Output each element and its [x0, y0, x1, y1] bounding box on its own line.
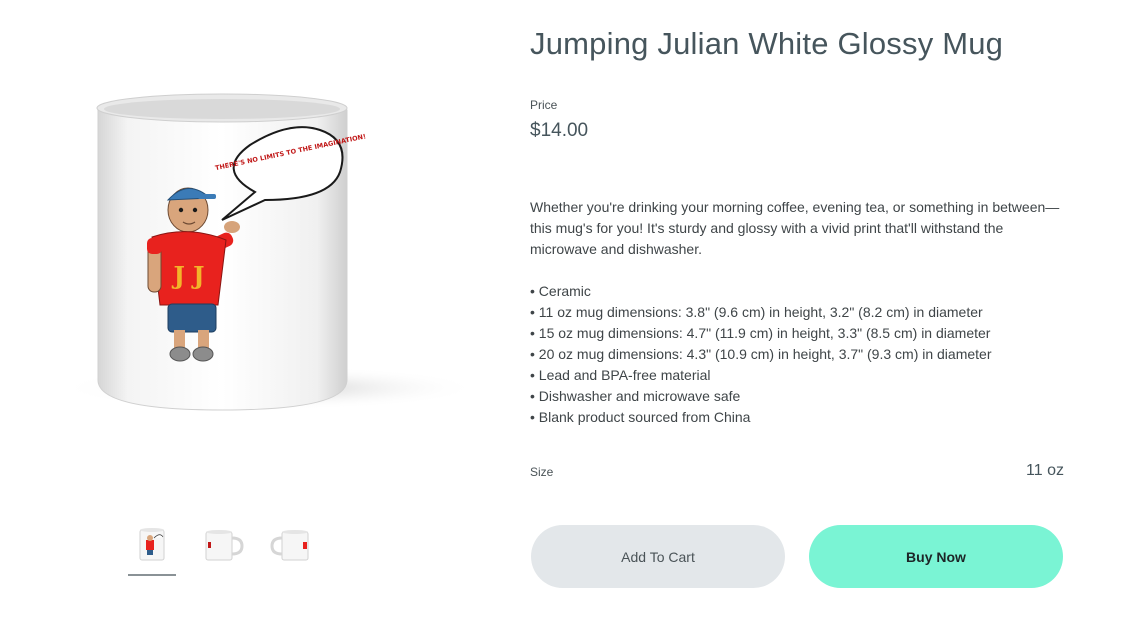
thumbnail-handle-view[interactable] [268, 522, 316, 570]
price-label: Price [530, 98, 558, 112]
feature-list: • Ceramic • 11 oz mug dimensions: 3.8" (… [530, 281, 1060, 428]
price-value: $14.00 [530, 120, 589, 141]
feature-item: • Blank product sourced from China [530, 409, 751, 425]
product-page: THERE'S NO LIMITS TO THE IMAGINATION! J … [0, 0, 1124, 618]
main-product-image[interactable]: THERE'S NO LIMITS TO THE IMAGINATION! J … [50, 60, 490, 460]
product-description: Whether you're drinking your morning cof… [530, 197, 1060, 428]
shirt-letters: J J [171, 261, 204, 290]
feature-item: • 15 oz mug dimensions: 4.7" (11.9 cm) i… [530, 325, 991, 341]
product-title: Jumping Julian White Glossy Mug [530, 26, 1004, 61]
thumbnail-front-view[interactable] [128, 522, 176, 576]
product-gallery: THERE'S NO LIMITS TO THE IMAGINATION! J … [0, 0, 500, 618]
feature-item: • Lead and BPA-free material [530, 367, 711, 383]
feature-item: • 11 oz mug dimensions: 3.8" (9.6 cm) in… [530, 304, 983, 320]
thumbnail-side-view[interactable] [198, 522, 246, 570]
add-to-cart-button[interactable]: Add To Cart [531, 525, 785, 588]
feature-item: • 20 oz mug dimensions: 4.3" (10.9 cm) i… [530, 346, 992, 362]
feature-item: • Ceramic [530, 283, 591, 299]
size-selector[interactable]: 11 oz [1026, 462, 1064, 480]
size-label: Size [530, 465, 554, 479]
thumbnail-strip [128, 522, 316, 576]
feature-item: • Dishwasher and microwave safe [530, 388, 741, 404]
buy-now-button[interactable]: Buy Now [809, 525, 1063, 588]
description-paragraph: Whether you're drinking your morning cof… [530, 199, 1060, 257]
